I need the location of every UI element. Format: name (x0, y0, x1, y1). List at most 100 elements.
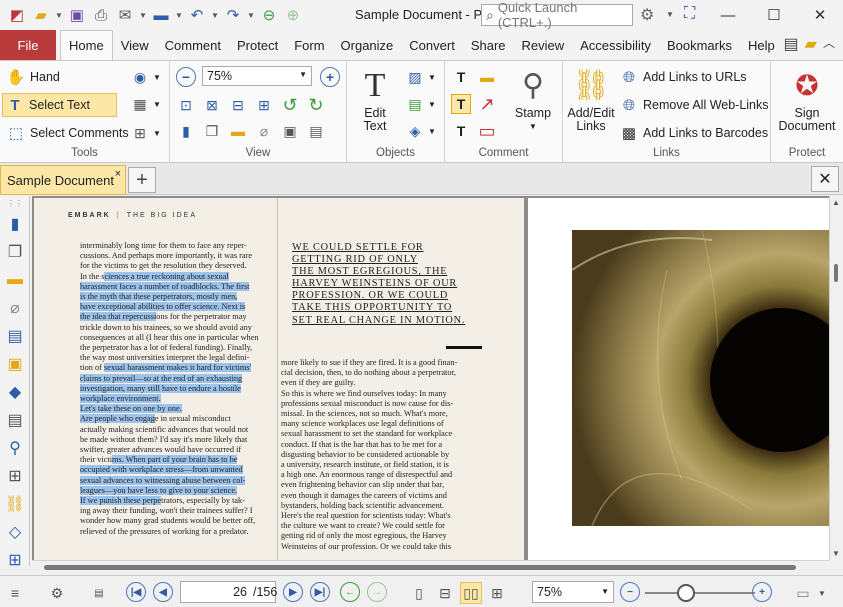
close-tab-icon[interactable]: × (115, 168, 121, 180)
fit-window-icon[interactable]: ▭ (792, 582, 814, 604)
structure-icon[interactable]: ⊞ (0, 462, 30, 490)
close-document-button[interactable]: ✕ (811, 166, 839, 192)
undo-dropdown-icon[interactable]: ▼ (210, 11, 220, 20)
tab-convert[interactable]: Convert (401, 30, 463, 60)
maximize-button[interactable]: ☐ (751, 0, 797, 30)
object-tools-dropdown-icon[interactable]: ▼ (427, 121, 437, 141)
status-zoom-select[interactable]: 75% ▼ (532, 581, 614, 603)
tab-view[interactable]: View (113, 30, 157, 60)
add-shape-icon[interactable]: ▤ (405, 94, 425, 114)
settings-dropdown-icon[interactable]: ▼ (666, 10, 674, 19)
minimize-button[interactable]: — (705, 0, 751, 30)
undo-icon[interactable]: ↶ (186, 4, 208, 26)
rectangle-icon[interactable]: ▭ (477, 121, 497, 141)
scroll-up-icon[interactable]: ▲ (832, 198, 840, 207)
comments-panel-icon[interactable]: ▬ (228, 121, 248, 141)
zoom-in-button[interactable]: + (320, 67, 340, 87)
select-comments-button[interactable]: ⬚ Select Comments (4, 122, 131, 144)
back-icon[interactable]: ⊖ (258, 4, 280, 26)
file-tab[interactable]: File (0, 30, 56, 60)
vertical-scrollbar[interactable]: ▲ ▼ (829, 196, 843, 560)
attachments-icon[interactable]: ⌀ (254, 121, 274, 141)
tab-home[interactable]: Home (60, 30, 113, 60)
bookmark-icon[interactable]: ▮ (176, 121, 196, 141)
tag-icon[interactable]: ◇ (0, 518, 30, 546)
options-icon[interactable]: ≡ (4, 582, 26, 604)
thumbnails-panel-icon[interactable]: ❐ (0, 238, 30, 266)
fit-page-icon[interactable]: ⊠ (202, 95, 222, 115)
document-info-icon[interactable]: ▤ (0, 322, 30, 350)
open-folder-icon[interactable]: ▰ (30, 4, 52, 26)
scroll-down-icon[interactable]: ▼ (832, 549, 840, 558)
add-links-to-barcodes-button[interactable]: ▩ Add Links to Barcodes (619, 122, 768, 144)
layers-icon[interactable]: ▣ (280, 121, 300, 141)
bookmarks-panel-icon[interactable]: ▮ (0, 210, 30, 238)
zoom-slider-knob[interactable] (677, 584, 695, 602)
typewriter-icon[interactable]: T (451, 67, 471, 87)
add-links-to-urls-button[interactable]: 🌐︎ Add Links to URLs (619, 66, 747, 88)
previous-page-button[interactable]: ◀ (153, 582, 173, 602)
attachments-panel-icon[interactable]: ⌀ (0, 294, 30, 322)
settings-gear-icon[interactable]: ⚙ (46, 582, 68, 604)
horizontal-scrollbar[interactable] (32, 560, 829, 574)
sign-document-button[interactable]: ✪ Sign Document (775, 65, 839, 133)
status-zoom-out-button[interactable]: − (620, 582, 640, 602)
fit-width-icon[interactable]: ⊟ (228, 95, 248, 115)
tab-bookmarks[interactable]: Bookmarks (659, 30, 740, 60)
scan-icon[interactable]: ▬ (150, 4, 172, 26)
redo-dropdown-icon[interactable]: ▼ (246, 11, 256, 20)
destinations-icon[interactable]: ⚲ (0, 434, 30, 462)
arrow-icon[interactable]: ↗ (477, 94, 497, 114)
quick-launch-input[interactable]: ⌕ Quick Launch (CTRL+.) (481, 0, 633, 30)
zoom-select[interactable]: 75% ▼ (202, 66, 312, 86)
properties-icon[interactable]: ▤ (306, 121, 326, 141)
select-text-button[interactable]: T Select Text (2, 93, 117, 117)
snapshot-dropdown-icon[interactable]: ▼ (152, 67, 162, 87)
remove-all-web-links-button[interactable]: 🌐︎ Remove All Web-Links (619, 94, 769, 116)
tab-review[interactable]: Review (514, 30, 573, 60)
fullscreen-icon[interactable]: ⛶ (684, 5, 695, 23)
rotate-left-icon[interactable]: ↺ (280, 95, 300, 115)
pages-icon[interactable]: ❐ (202, 121, 222, 141)
status-zoom-in-button[interactable]: + (752, 582, 772, 602)
add-image-icon[interactable]: ▨ (405, 67, 425, 87)
stamp-button[interactable]: ⚲ Stamp ▼ (507, 65, 559, 133)
object-tools-icon[interactable]: ◈ (405, 121, 425, 141)
scan-dropdown-icon[interactable]: ▼ (174, 11, 184, 20)
email-dropdown-icon[interactable]: ▼ (138, 11, 148, 20)
layers-panel-icon[interactable]: ◆ (0, 378, 30, 406)
new-tab-button[interactable]: + (128, 167, 156, 193)
snapshot-icon[interactable]: ◉ (130, 67, 150, 87)
save-icon[interactable]: ▣ (66, 4, 88, 26)
email-icon[interactable]: ✉ (114, 4, 136, 26)
tab-organize[interactable]: Organize (333, 30, 402, 60)
facing-pages-icon[interactable]: ▯▯ (460, 582, 482, 604)
tab-accessibility[interactable]: Accessibility (572, 30, 659, 60)
comments-list-icon[interactable]: ▬ (0, 266, 30, 294)
open-dropdown-icon[interactable]: ▼ (54, 11, 64, 20)
tab-help[interactable]: Help (740, 30, 783, 60)
vertical-scroll-thumb[interactable] (834, 264, 838, 282)
next-page-button[interactable]: ▶ (283, 582, 303, 602)
links-panel-icon[interactable]: ⛓ (0, 490, 30, 518)
measure-icon[interactable]: ⊞ (130, 123, 150, 143)
tab-protect[interactable]: Protect (229, 30, 286, 60)
tab-comment[interactable]: Comment (157, 30, 229, 60)
fit-visible-icon[interactable]: ⊞ (254, 95, 274, 115)
document-tab[interactable]: Sample Document × (0, 165, 126, 195)
content-panel-icon[interactable]: ▣ (0, 350, 30, 378)
actual-size-icon[interactable]: ⊡ (176, 95, 196, 115)
last-page-button[interactable]: ▶| (310, 582, 330, 602)
close-button[interactable]: ✕ (797, 0, 843, 30)
collapse-ribbon-icon[interactable]: ︿ (823, 34, 835, 54)
measure-dropdown-icon[interactable]: ▼ (152, 123, 162, 143)
zoom-out-button[interactable]: − (176, 67, 196, 87)
forward-icon[interactable]: ⊕ (282, 4, 304, 26)
horizontal-scroll-thumb[interactable] (44, 565, 796, 570)
zoom-tool-icon[interactable]: ▦ (130, 94, 150, 114)
text-box-icon[interactable]: T (451, 94, 471, 114)
folder-search-icon[interactable]: ▰ (805, 34, 817, 54)
facing-continuous-icon[interactable]: ⊞ (486, 582, 508, 604)
back-button[interactable]: ← (340, 582, 360, 602)
sticky-note-icon[interactable]: ▬ (477, 67, 497, 87)
